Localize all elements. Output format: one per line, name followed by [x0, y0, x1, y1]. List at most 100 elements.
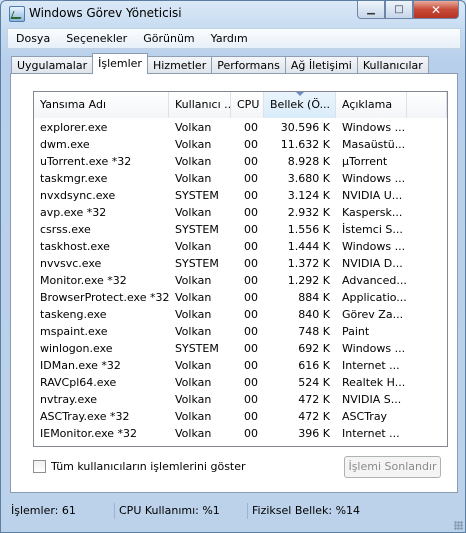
table-row[interactable]: nvxdsync.exe SYSTEM 00 3.124 K NVIDIA U... [34, 187, 447, 204]
close-button[interactable]: ✕ [413, 1, 459, 19]
table-row[interactable]: taskhost.exe Volkan 00 1.444 K Windows ... [34, 238, 447, 255]
table-row[interactable]: uTorrent.exe *32 Volkan 00 8.928 K µTorrent [34, 153, 447, 170]
tab-performance[interactable]: Performans [211, 56, 286, 74]
cell-image-name: taskeng.exe [40, 308, 107, 321]
maximize-button[interactable]: □ [385, 1, 413, 19]
tab-services[interactable]: Hizmetler [146, 56, 213, 74]
cell-memory: 472 K [298, 410, 330, 423]
cell-cpu: 00 [244, 359, 258, 372]
cell-cpu: 00 [244, 223, 258, 236]
title-bar[interactable]: Windows Görev Yöneticisi ▁ □ ✕ [1, 1, 465, 27]
show-all-users-checkbox[interactable] [33, 460, 46, 473]
cell-user-name: Volkan [175, 427, 212, 440]
maximize-icon: □ [394, 4, 404, 15]
show-all-users-option[interactable]: Tüm kullanıcıların işlemlerini göster [33, 460, 246, 473]
cell-image-name: BrowserProtect.exe *32 [40, 291, 169, 304]
cell-image-name: winlogon.exe [40, 342, 113, 355]
table-row[interactable]: avp.exe *32 Volkan 00 2.932 K Kaspersk... [34, 204, 447, 221]
cell-image-name: dwm.exe [40, 138, 90, 151]
table-row[interactable]: nvvsvc.exe SYSTEM 00 1.372 K NVIDIA D... [34, 255, 447, 272]
tab-processes[interactable]: İşlemler [92, 53, 148, 74]
cell-cpu: 00 [244, 121, 258, 134]
status-bar: İşlemler: 61 CPU Kullanımı: %1 Fiziksel … [7, 501, 459, 521]
cell-memory: 30.596 K [280, 121, 330, 134]
menu-yardim[interactable]: Yardım [203, 32, 256, 45]
process-list[interactable]: Yansıma Adı Kullanıcı ... CPU Bellek (Ö.… [33, 91, 448, 447]
tab-users[interactable]: Kullanıcılar [356, 56, 429, 74]
end-process-button[interactable]: İşlemi Sonlandır [344, 456, 441, 478]
menu-gorunum[interactable]: Görünüm [135, 32, 202, 45]
tab-strip: Uygulamalar İşlemler Hizmetler Performan… [11, 53, 429, 74]
process-rows: explorer.exe Volkan 00 30.596 K Windows ... d… [34, 119, 447, 442]
cell-user-name: Volkan [175, 121, 212, 134]
table-row[interactable]: ASCTray.exe *32 Volkan 00 472 K ASCTray [34, 408, 447, 425]
table-row[interactable]: explorer.exe Volkan 00 30.596 K Windows ... [34, 119, 447, 136]
cell-user-name: Volkan [175, 172, 212, 185]
table-row[interactable]: nvtray.exe Volkan 00 472 K NVIDIA S... [34, 391, 447, 408]
task-manager-icon [9, 6, 25, 22]
cell-description: Applicatio... [342, 291, 407, 304]
cell-image-name: csrss.exe [40, 223, 91, 236]
column-cpu[interactable]: CPU [231, 92, 264, 118]
cell-memory: 3.680 K [287, 172, 330, 185]
cell-description: NVIDIA S... [342, 393, 402, 406]
column-memory[interactable]: Bellek (Ö... [264, 92, 336, 118]
cell-memory: 396 K [298, 427, 330, 440]
tab-networking[interactable]: Ağ İletişimi [284, 56, 358, 74]
table-row[interactable]: BrowserProtect.exe *32 Volkan 00 884 K Appli… [34, 289, 447, 306]
column-user-name[interactable]: Kullanıcı ... [169, 92, 231, 118]
minimize-icon: ▁ [367, 4, 375, 15]
cell-memory: 3.124 K [287, 189, 330, 202]
table-row[interactable]: taskmgr.exe Volkan 00 3.680 K Windows ... [34, 170, 447, 187]
table-row[interactable]: csrss.exe SYSTEM 00 1.556 K İstemci S... [34, 221, 447, 238]
cell-image-name: IEMonitor.exe *32 [40, 427, 138, 440]
cell-memory: 748 K [298, 325, 330, 338]
cell-description: NVIDIA U... [342, 189, 403, 202]
cell-cpu: 00 [244, 240, 258, 253]
cell-memory: 840 K [298, 308, 330, 321]
cell-image-name: mspaint.exe [40, 325, 108, 338]
menu-dosya[interactable]: Dosya [8, 32, 58, 45]
cell-cpu: 00 [244, 138, 258, 151]
menu-secenekler[interactable]: Seçenekler [58, 32, 135, 45]
cell-memory: 1.292 K [287, 274, 330, 287]
status-processes: İşlemler: 61 [7, 503, 115, 519]
table-row[interactable]: RAVCpl64.exe Volkan 00 524 K Realtek H... [34, 374, 447, 391]
table-row[interactable]: winlogon.exe SYSTEM 00 692 K Windows ... [34, 340, 447, 357]
minimize-button[interactable]: ▁ [357, 1, 385, 19]
cell-image-name: nvvsvc.exe [40, 257, 102, 270]
cell-image-name: ASCTray.exe *32 [40, 410, 130, 423]
cell-user-name: Volkan [175, 138, 212, 151]
cell-description: Windows ... [342, 172, 406, 185]
cell-user-name: Volkan [175, 410, 212, 423]
table-row[interactable]: taskeng.exe Volkan 00 840 K Görev Za... [34, 306, 447, 323]
cell-image-name: nvxdsync.exe [40, 189, 116, 202]
cell-memory: 692 K [298, 342, 330, 355]
cell-memory: 1.372 K [287, 257, 330, 270]
column-image-name[interactable]: Yansıma Adı [34, 92, 169, 118]
cell-cpu: 00 [244, 342, 258, 355]
column-description[interactable]: Açıklama [336, 92, 407, 118]
table-row[interactable]: mspaint.exe Volkan 00 748 K Paint [34, 323, 447, 340]
table-row[interactable]: IEMonitor.exe *32 Volkan 00 396 K Internet .… [34, 425, 447, 442]
cell-description: Realtek H... [342, 376, 406, 389]
cell-user-name: Volkan [175, 359, 212, 372]
table-row[interactable]: Monitor.exe *32 Volkan 00 1.292 K Advanced..… [34, 272, 447, 289]
cell-image-name: IDMan.exe *32 [40, 359, 121, 372]
processes-panel: Yansıma Adı Kullanıcı ... CPU Bellek (Ö.… [10, 73, 458, 493]
table-row[interactable]: IDMan.exe *32 Volkan 00 616 K Internet ... [34, 357, 447, 374]
cell-description: Advanced... [342, 274, 407, 287]
cell-user-name: Volkan [175, 291, 212, 304]
cell-cpu: 00 [244, 274, 258, 287]
resize-grip[interactable] [454, 521, 463, 530]
cell-description: Görev Za... [342, 308, 404, 321]
cell-user-name: Volkan [175, 308, 212, 321]
cell-description: Windows ... [342, 121, 406, 134]
tab-applications[interactable]: Uygulamalar [11, 56, 94, 74]
column-header: Yansıma Adı Kullanıcı ... CPU Bellek (Ö.… [34, 92, 447, 118]
cell-user-name: Volkan [175, 376, 212, 389]
table-row[interactable]: dwm.exe Volkan 00 11.632 K Masaüstü... [34, 136, 447, 153]
status-physical-memory: Fiziksel Bellek: %14 [252, 504, 361, 517]
cell-description: Windows ... [342, 342, 406, 355]
cell-cpu: 00 [244, 291, 258, 304]
